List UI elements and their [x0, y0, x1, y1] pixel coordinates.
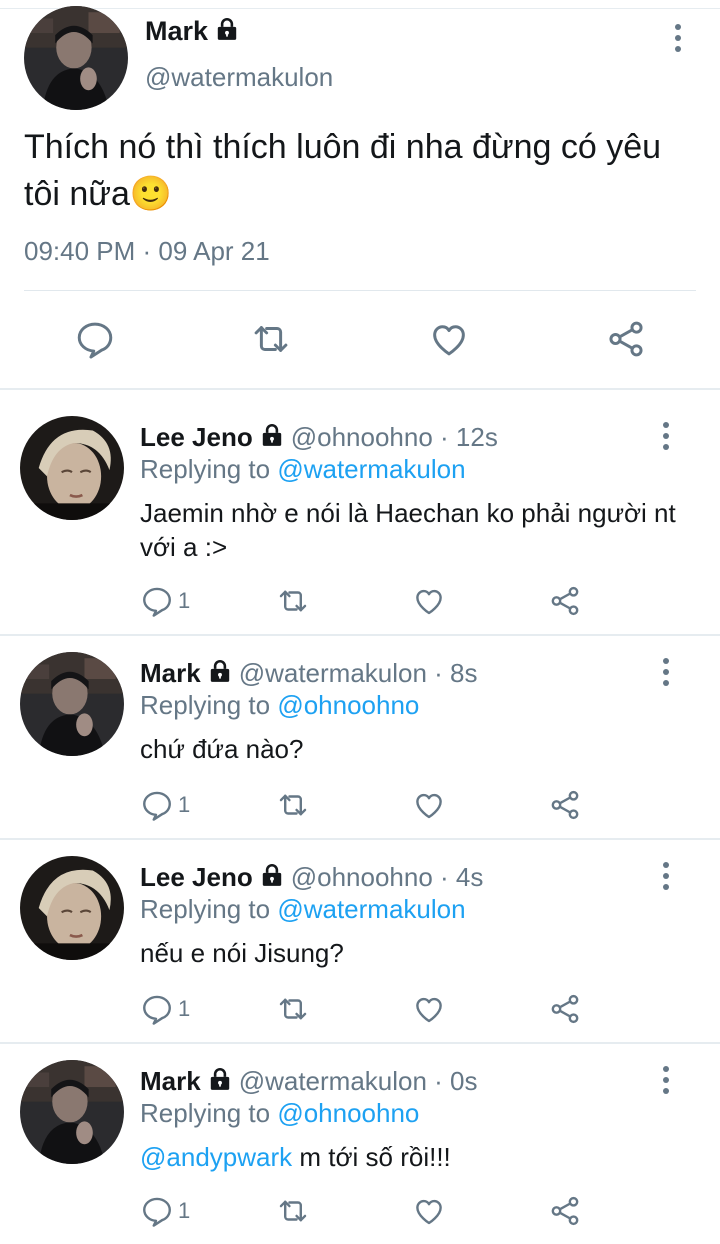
share-icon[interactable] [548, 788, 582, 822]
reply-header[interactable]: Mark @watermakulon · 0s [140, 1066, 478, 1097]
reply-button[interactable]: 1 [140, 1194, 190, 1228]
author-name: Mark [140, 1066, 201, 1096]
share-icon[interactable] [548, 992, 582, 1026]
mention-link[interactable]: @ohnoohno [277, 690, 419, 720]
reply-count: 1 [178, 588, 191, 613]
more-icon[interactable] [652, 420, 680, 452]
retweet-icon[interactable] [250, 318, 292, 360]
reply-button[interactable]: 1 [140, 992, 190, 1026]
reply-text: chứ đứa nào? [140, 734, 304, 764]
avatar[interactable] [20, 856, 124, 960]
lock-icon [259, 862, 285, 888]
reply-count: 1 [178, 996, 191, 1021]
more-icon[interactable] [652, 656, 680, 688]
author-name: Lee Jeno [140, 862, 253, 892]
author-name: Lee Jeno [140, 422, 253, 452]
reply-icon [140, 584, 174, 618]
share-icon[interactable] [548, 1194, 582, 1228]
mention-link[interactable]: @watermakulon [277, 454, 465, 484]
mention-link[interactable]: @ohnoohno [277, 1098, 419, 1128]
avatar[interactable] [20, 416, 124, 520]
author-name[interactable]: Mark [145, 16, 240, 47]
like-icon[interactable] [412, 1194, 446, 1228]
reply-icon [140, 1194, 174, 1228]
more-icon[interactable] [664, 22, 692, 54]
author-handle: @ohnoohno · 4s [290, 862, 484, 892]
like-icon[interactable] [412, 992, 446, 1026]
reply-button[interactable]: 1 [140, 788, 190, 822]
lock-icon [207, 1066, 233, 1092]
replying-to: Replying to @ohnoohno [140, 1098, 420, 1128]
mention-link[interactable]: @watermakulon [277, 894, 465, 924]
like-icon[interactable] [412, 584, 446, 618]
retweet-icon[interactable] [276, 1194, 310, 1228]
reply-text: nếu e nói Jisung? [140, 938, 344, 968]
share-icon[interactable] [605, 318, 647, 360]
avatar[interactable] [20, 652, 124, 756]
reply-header[interactable]: Mark @watermakulon · 8s [140, 658, 478, 689]
lock-icon [207, 658, 233, 684]
reply-tweet: Lee Jeno @ohnoohno · 4s Replying to @wate… [0, 840, 720, 1044]
reply-icon[interactable] [74, 318, 116, 360]
retweet-icon[interactable] [276, 584, 310, 618]
more-icon[interactable] [652, 1064, 680, 1096]
mention-link[interactable]: @andypwark [140, 1142, 292, 1172]
author-handle: @watermakulon · 8s [238, 658, 478, 688]
like-icon[interactable] [412, 788, 446, 822]
reply-tweet: Lee Jeno @ohnoohno · 12s Replying to @wat… [0, 390, 720, 636]
reply-button[interactable]: 1 [140, 584, 190, 618]
author-name: Mark [140, 658, 201, 688]
divider [24, 290, 696, 291]
reply-count: 1 [178, 1198, 191, 1223]
lock-icon [214, 16, 240, 42]
replying-to: Replying to @watermakulon [140, 454, 466, 484]
author-handle: @ohnoohno · 12s [290, 422, 498, 452]
avatar[interactable] [24, 6, 128, 110]
like-icon[interactable] [428, 318, 470, 360]
reply-icon [140, 788, 174, 822]
author-handle[interactable]: @watermakulon [145, 62, 333, 93]
reply-tweet: Mark @watermakulon · 8s Replying to @ohno… [0, 636, 720, 840]
author-handle: @watermakulon · 0s [238, 1066, 478, 1096]
replying-to: Replying to @ohnoohno [140, 690, 420, 720]
reply-tweet: Mark @watermakulon · 0s Replying to @ohno… [0, 1044, 720, 1244]
reply-count: 1 [178, 792, 191, 817]
reply-header[interactable]: Lee Jeno @ohnoohno · 4s [140, 862, 483, 893]
more-icon[interactable] [652, 860, 680, 892]
avatar[interactable] [20, 1060, 124, 1164]
reply-text: @andypwark m tới số rồi!!! [140, 1142, 451, 1172]
main-tweet: Mark @watermakulon Thích nó thì thích lu… [0, 0, 720, 390]
reply-text: Jaemin nhờ e nói là Haechan ko phải ngườ… [140, 498, 676, 562]
lock-icon [259, 422, 285, 448]
reply-icon [140, 992, 174, 1026]
retweet-icon[interactable] [276, 992, 310, 1026]
tweet-text: Thích nó thì thích luôn đi nha đừng có y… [24, 128, 662, 213]
retweet-icon[interactable] [276, 788, 310, 822]
tweet-timestamp[interactable]: 09:40 PM · 09 Apr 21 [24, 236, 270, 267]
share-icon[interactable] [548, 584, 582, 618]
replying-to: Replying to @watermakulon [140, 894, 466, 924]
reply-header[interactable]: Lee Jeno @ohnoohno · 12s [140, 422, 498, 453]
